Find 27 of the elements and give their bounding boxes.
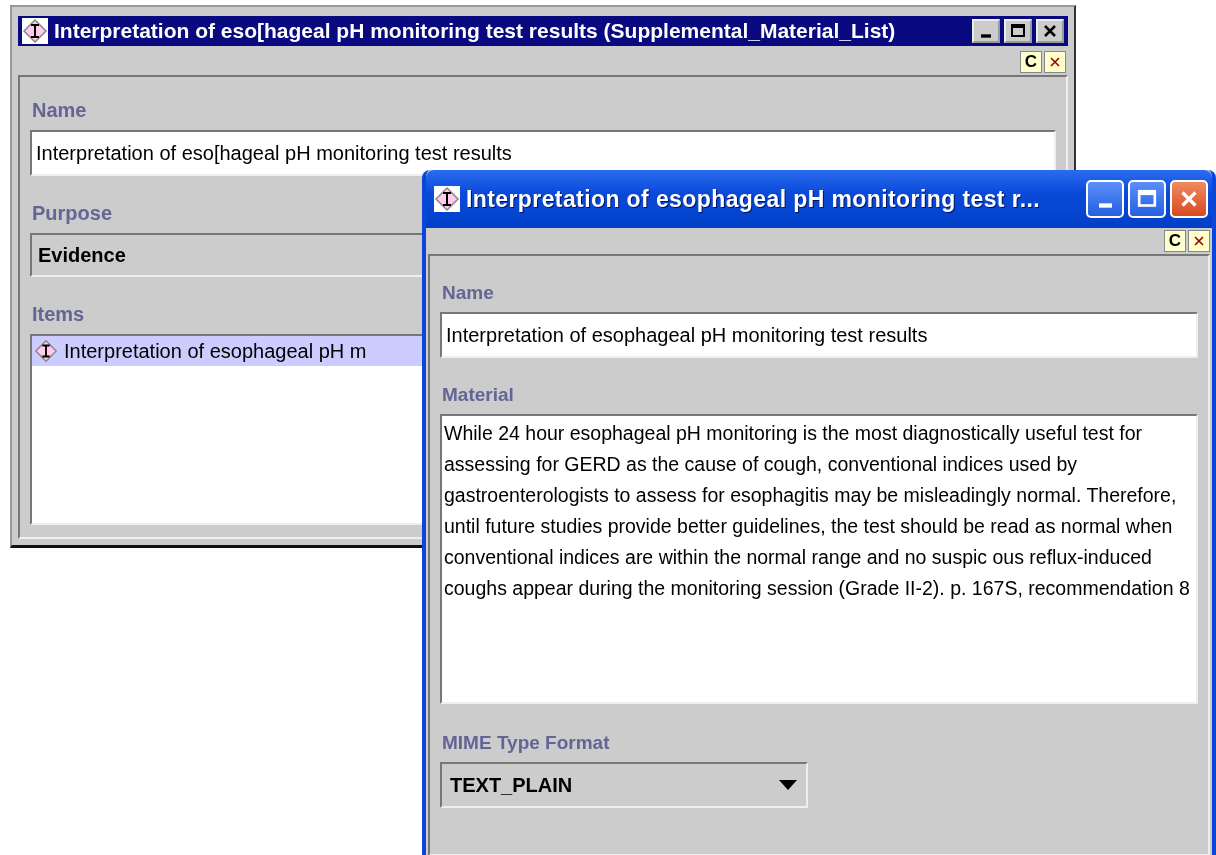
diamond-icon [434,186,460,212]
caret-icon [778,779,798,791]
close-button[interactable] [1036,19,1064,43]
close-icon [1048,55,1062,69]
minimize-button[interactable] [972,19,1000,43]
delete-button[interactable] [1188,230,1210,252]
delete-button[interactable] [1044,51,1066,73]
text-area[interactable]: While 24 hour esophageal pH monitoring is the most diagnostically useful test for assessing for GERD as the cause of cough, conventional indices used by gastroenterologists to assess for esophagitis may be misleadingly normal. Therefore, until future studies provide better guidelines, the test should be read as normal when conventional indices are within the normal range and no suspic ous reflux-induced coughs appear during the monitoring session (Grade II-2). p. 167S, recommendation 8 [440,414,1198,704]
field-label: Name [32,99,88,122]
field-label: MIME Type Format [442,732,611,754]
diamond-icon [22,18,48,44]
maximize-button[interactable] [1004,19,1032,43]
window-title: Interpretation of esophageal pH monitoring test r... [466,185,1042,213]
window-title: Interpretation of eso[hageal pH monitoring test results (Supplemental_Material_List) [54,19,897,43]
text-field[interactable]: Interpretation of eso[hageal pH monitoring test results [30,130,1056,176]
commit-button[interactable]: C [1020,51,1042,73]
minimize-icon [1098,202,1112,208]
close-icon [1192,234,1206,248]
commit-button[interactable]: C [1164,230,1186,252]
text-field[interactable]: Interpretation of esophageal pH monitoring test results [440,312,1198,358]
format-dropdown[interactable]: TEXT_PLAIN [440,762,808,808]
field-label: Material [442,384,515,406]
field-label: Purpose [32,202,114,225]
field-label: Items [32,303,86,326]
minimize-icon [981,33,991,38]
diamond-icon [34,339,58,363]
field-label: Name [442,282,495,304]
